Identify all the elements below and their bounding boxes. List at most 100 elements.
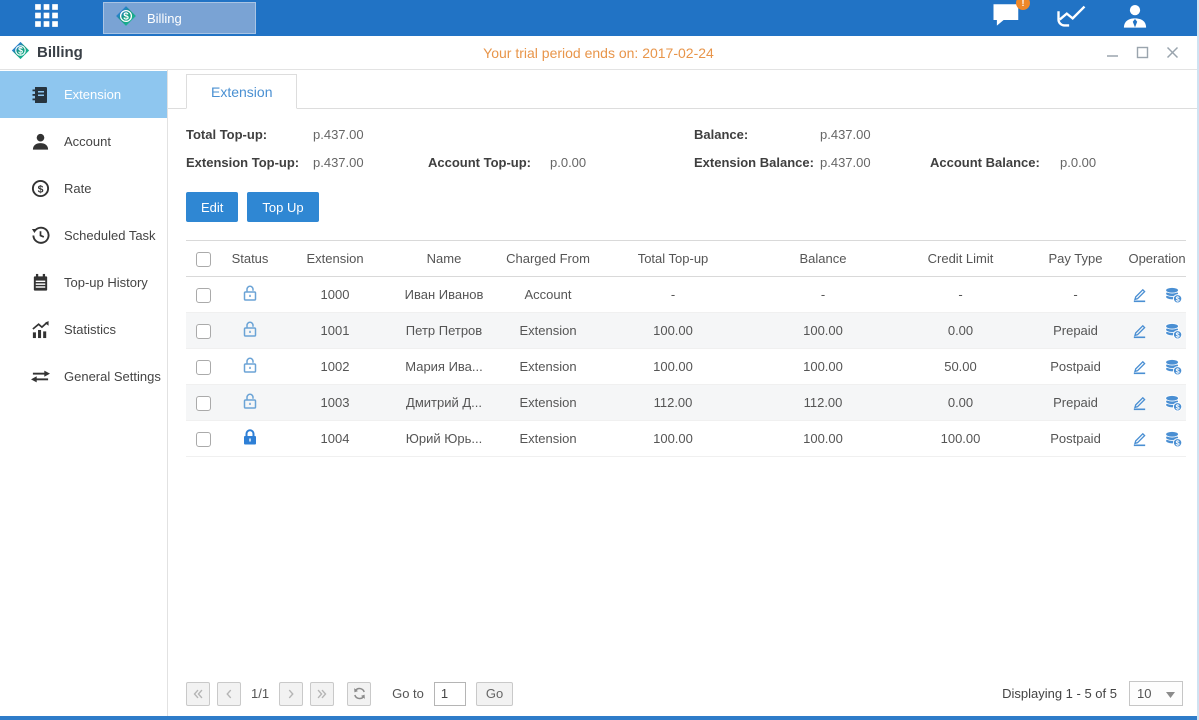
cell-balance: 112.00 bbox=[748, 385, 898, 421]
last-page-button[interactable] bbox=[310, 682, 334, 706]
sidebar-item-rate[interactable]: $ Rate bbox=[0, 165, 167, 212]
general-settings-icon bbox=[30, 367, 50, 386]
status-lock-icon bbox=[241, 392, 259, 410]
first-page-button[interactable] bbox=[186, 682, 210, 706]
edit-button[interactable]: Edit bbox=[186, 192, 238, 222]
table-row[interactable]: 1000Иван ИвановAccount----$ bbox=[186, 277, 1186, 313]
col-status: Status bbox=[220, 241, 280, 277]
svg-text:$: $ bbox=[37, 184, 43, 195]
go-button[interactable]: Go bbox=[476, 682, 513, 706]
cell-charged-from: Extension bbox=[498, 313, 598, 349]
topup-row-icon[interactable]: $ bbox=[1164, 358, 1183, 376]
row-checkbox[interactable] bbox=[196, 432, 211, 447]
edit-row-icon[interactable] bbox=[1131, 394, 1148, 411]
edit-row-icon[interactable] bbox=[1131, 322, 1148, 339]
cell-balance: 100.00 bbox=[748, 349, 898, 385]
refresh-button[interactable] bbox=[347, 682, 371, 706]
extension-icon bbox=[30, 85, 50, 105]
cell-credit-limit: 100.00 bbox=[898, 421, 1023, 457]
notifications-button[interactable]: ! bbox=[992, 2, 1022, 34]
sidebar-item-account[interactable]: Account bbox=[0, 118, 167, 165]
trial-period-message: Your trial period ends on: 2017-02-24 bbox=[0, 45, 1197, 61]
row-checkbox[interactable] bbox=[196, 324, 211, 339]
unlock-icon bbox=[241, 392, 259, 410]
billing-app-window: $ Billing ! bbox=[0, 0, 1199, 720]
svg-text:$: $ bbox=[1176, 367, 1180, 375]
close-icon[interactable] bbox=[1166, 46, 1179, 59]
sidebar-item-label: Rate bbox=[64, 181, 91, 196]
top-app-bar: $ Billing ! bbox=[0, 0, 1197, 36]
rate-icon: $ bbox=[30, 179, 50, 198]
prev-page-button[interactable] bbox=[217, 682, 241, 706]
maximize-icon[interactable] bbox=[1136, 46, 1149, 59]
cell-extension: 1002 bbox=[280, 349, 390, 385]
displaying-count: Displaying 1 - 5 of 5 bbox=[1002, 686, 1117, 701]
svg-text:$: $ bbox=[1176, 331, 1180, 339]
cell-pay-type: Postpaid bbox=[1023, 421, 1128, 457]
total-topup-value: p.437.00 bbox=[313, 127, 428, 142]
cell-pay-type: Prepaid bbox=[1023, 313, 1128, 349]
chevron-down-icon bbox=[1166, 686, 1175, 701]
col-credit-limit: Credit Limit bbox=[898, 241, 1023, 277]
sidebar-item-scheduled-task[interactable]: Scheduled Task bbox=[0, 212, 167, 259]
table-row[interactable]: 1003Дмитрий Д...Extension112.00112.000.0… bbox=[186, 385, 1186, 421]
cell-credit-limit: - bbox=[898, 277, 1023, 313]
edit-row-icon[interactable] bbox=[1131, 358, 1148, 375]
cell-total-topup: 112.00 bbox=[598, 385, 748, 421]
sidebar-item-topup-history[interactable]: Top-up History bbox=[0, 259, 167, 306]
minimize-icon[interactable] bbox=[1106, 46, 1119, 59]
col-extension: Extension bbox=[280, 241, 390, 277]
topup-row-icon[interactable]: $ bbox=[1164, 322, 1183, 340]
next-page-button[interactable] bbox=[279, 682, 303, 706]
user-account-button[interactable] bbox=[1121, 3, 1149, 34]
main-menu-button[interactable] bbox=[34, 3, 59, 33]
sidebar-item-label: Top-up History bbox=[64, 275, 148, 290]
edit-row-icon[interactable] bbox=[1131, 430, 1148, 447]
resource-monitor-button[interactable] bbox=[1056, 3, 1087, 34]
cell-pay-type: Postpaid bbox=[1023, 349, 1128, 385]
top-up-button[interactable]: Top Up bbox=[247, 192, 318, 222]
cell-total-topup: 100.00 bbox=[598, 421, 748, 457]
cell-extension: 1001 bbox=[280, 313, 390, 349]
cell-extension: 1000 bbox=[280, 277, 390, 313]
app-tab-billing[interactable]: $ Billing bbox=[103, 2, 256, 34]
account-balance-value: p.0.00 bbox=[1060, 155, 1197, 170]
col-charged-from: Charged From bbox=[498, 241, 598, 277]
page-size-select[interactable]: 10 bbox=[1129, 681, 1183, 706]
table-header-row: Status Extension Name Charged From Total… bbox=[186, 241, 1186, 277]
row-checkbox[interactable] bbox=[196, 288, 211, 303]
cell-name: Петр Петров bbox=[390, 313, 498, 349]
cell-charged-from: Account bbox=[498, 277, 598, 313]
account-icon bbox=[30, 132, 50, 151]
status-lock-icon bbox=[241, 320, 259, 338]
select-all-checkbox[interactable] bbox=[196, 252, 211, 267]
topup-row-icon[interactable]: $ bbox=[1164, 430, 1183, 448]
account-topup-label: Account Top-up: bbox=[428, 155, 550, 170]
scheduled-task-icon bbox=[30, 226, 50, 245]
table-row[interactable]: 1001Петр ПетровExtension100.00100.000.00… bbox=[186, 313, 1186, 349]
cell-extension: 1004 bbox=[280, 421, 390, 457]
user-icon bbox=[1121, 3, 1149, 34]
sidebar: Extension Account $ Rate bbox=[0, 70, 168, 716]
row-checkbox[interactable] bbox=[196, 360, 211, 375]
sidebar-item-extension[interactable]: Extension bbox=[0, 71, 167, 118]
extension-topup-label: Extension Top-up: bbox=[186, 155, 313, 170]
window-controls bbox=[1106, 46, 1179, 59]
table-row[interactable]: 1002Мария Ива...Extension100.00100.0050.… bbox=[186, 349, 1186, 385]
row-checkbox[interactable] bbox=[196, 396, 211, 411]
sidebar-item-statistics[interactable]: Statistics bbox=[0, 306, 167, 353]
sidebar-item-general-settings[interactable]: General Settings bbox=[0, 353, 167, 400]
topup-row-icon[interactable]: $ bbox=[1164, 286, 1183, 304]
tab-extension[interactable]: Extension bbox=[186, 74, 297, 109]
table-row[interactable]: 1004Юрий Юрь...Extension100.00100.00100.… bbox=[186, 421, 1186, 457]
cell-charged-from: Extension bbox=[498, 349, 598, 385]
billing-diamond-icon: $ bbox=[114, 4, 138, 33]
cell-total-topup: 100.00 bbox=[598, 313, 748, 349]
topup-row-icon[interactable]: $ bbox=[1164, 394, 1183, 412]
extension-topup-value: p.437.00 bbox=[313, 155, 428, 170]
cell-name: Мария Ива... bbox=[390, 349, 498, 385]
goto-page-input[interactable] bbox=[434, 682, 466, 706]
pagination-bar: 1/1 Go to bbox=[186, 681, 1183, 706]
edit-row-icon[interactable] bbox=[1131, 286, 1148, 303]
topup-history-icon bbox=[30, 273, 50, 292]
